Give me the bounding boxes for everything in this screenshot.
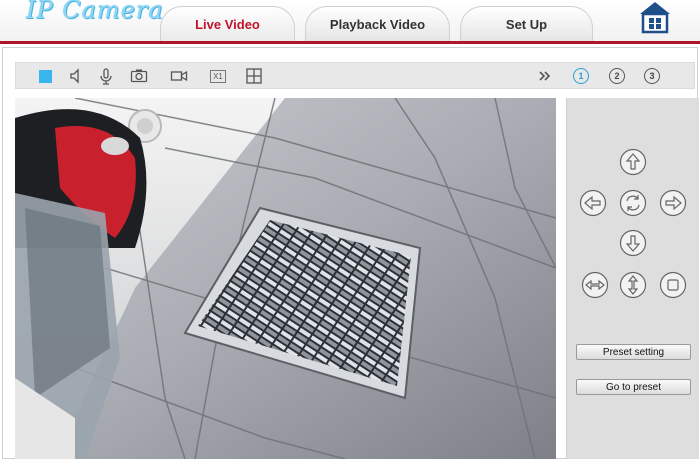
header-divider xyxy=(0,41,700,44)
record-icon[interactable] xyxy=(169,66,189,86)
vertical-scan-icon[interactable] xyxy=(619,271,647,299)
stop-icon[interactable] xyxy=(35,66,55,86)
zoom-x1-icon[interactable]: X1 xyxy=(208,66,228,86)
left-arrow-icon[interactable] xyxy=(579,189,607,217)
snapshot-icon[interactable] xyxy=(129,66,149,86)
channel-1-button[interactable]: 1 xyxy=(571,66,591,86)
rotate-icon[interactable] xyxy=(619,189,647,217)
go-to-preset-button[interactable]: Go to preset xyxy=(576,379,691,395)
camera-image xyxy=(15,98,556,459)
live-video-feed[interactable] xyxy=(15,98,556,459)
channel-3-button[interactable]: 3 xyxy=(642,66,662,86)
app-header: IP Camera Live Video Playback Video Set … xyxy=(0,0,700,42)
preset-setting-button[interactable]: Preset setting xyxy=(576,344,691,360)
tab-playback-video[interactable]: Playback Video xyxy=(305,6,450,42)
ptz-control-panel: Preset setting Go to preset xyxy=(566,98,699,459)
stop-square-icon[interactable] xyxy=(659,271,687,299)
tab-live-video[interactable]: Live Video xyxy=(160,6,295,42)
home-icon[interactable] xyxy=(637,0,673,34)
app-logo: IP Camera xyxy=(26,0,164,24)
video-toolbar: X1 1 2 3 xyxy=(15,62,695,89)
right-arrow-icon[interactable] xyxy=(659,189,687,217)
horizontal-scan-icon[interactable] xyxy=(581,271,609,299)
expand-arrows-icon[interactable] xyxy=(535,66,555,86)
tab-set-up[interactable]: Set Up xyxy=(460,6,593,42)
speaker-icon[interactable] xyxy=(66,66,86,86)
down-arrow-icon[interactable] xyxy=(619,229,647,257)
up-arrow-icon[interactable] xyxy=(619,148,647,176)
channel-2-button[interactable]: 2 xyxy=(607,66,627,86)
microphone-icon[interactable] xyxy=(96,66,116,86)
grid-icon[interactable] xyxy=(244,66,264,86)
